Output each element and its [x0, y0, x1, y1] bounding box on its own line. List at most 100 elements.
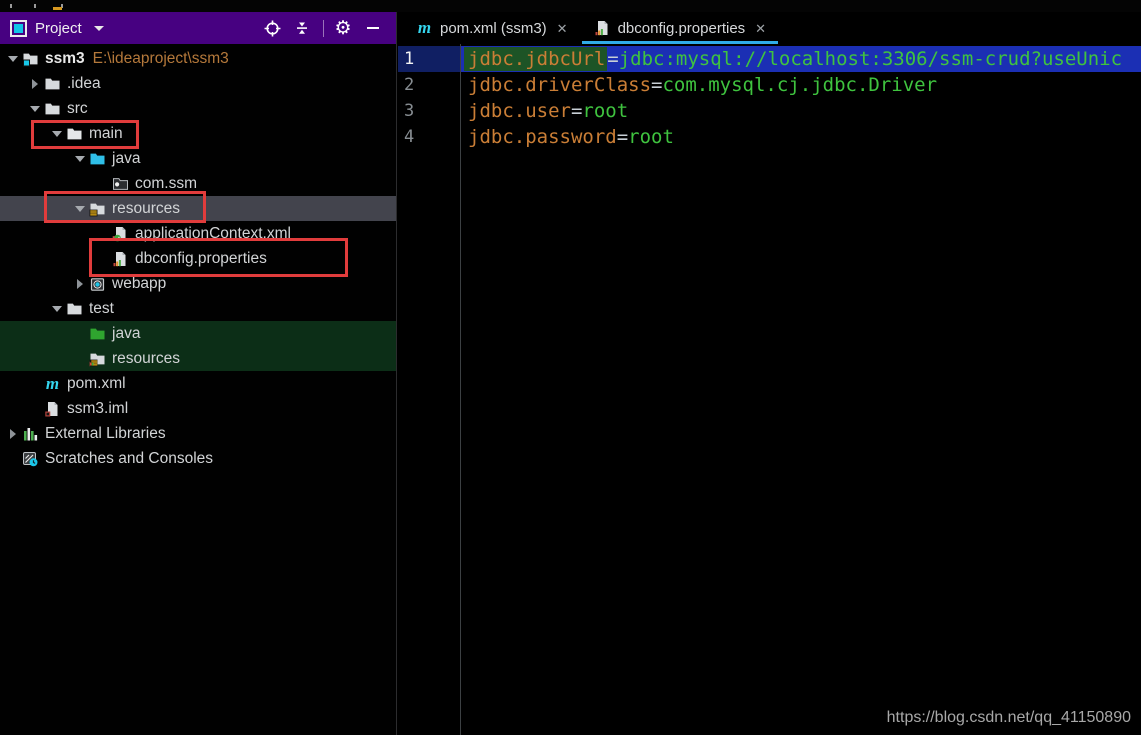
equals-sign: =: [571, 100, 582, 122]
settings-icon[interactable]: ⚙: [332, 17, 354, 39]
property-value: root: [628, 126, 674, 148]
tree-item-resources-main[interactable]: resources: [0, 196, 396, 221]
tree-item-src[interactable]: src: [0, 96, 396, 121]
chevron-expanded-icon[interactable]: [47, 121, 66, 146]
toolbar-separator: [323, 20, 324, 37]
tree-item-label: resources: [112, 350, 180, 368]
tree-item-resources-test[interactable]: resources: [0, 346, 396, 371]
close-icon[interactable]: [557, 22, 568, 35]
top-strip-artifact: [53, 7, 62, 10]
module-file-icon: [44, 401, 61, 417]
properties-file-icon: [594, 20, 611, 36]
hide-panel-icon[interactable]: [362, 17, 384, 39]
property-key: jdbc.password: [468, 126, 617, 148]
chevron-collapsed-icon[interactable]: [25, 71, 44, 96]
project-folder-icon: [22, 51, 39, 67]
tree-item-label: java: [112, 150, 140, 168]
code-area[interactable]: jdbc.jdbcUrl = jdbc:mysql://localhost:3306…: [461, 46, 1141, 150]
tree-item-java-main[interactable]: java: [0, 146, 396, 171]
property-value: com.mysql.cj.jdbc.Driver: [662, 74, 937, 96]
ide-window: { "colors": { "panel_header_purple": "#4…: [0, 0, 1141, 735]
tree-item-main[interactable]: main: [0, 121, 396, 146]
tree-item-com-ssm[interactable]: com.ssm: [0, 171, 396, 196]
chevron-expanded-icon[interactable]: [47, 296, 66, 321]
chevron-collapsed-icon[interactable]: [3, 421, 22, 446]
tree-item-label: com.ssm: [135, 175, 197, 193]
project-panel-title: Project: [35, 20, 82, 37]
tree-item-idea[interactable]: .idea: [0, 71, 396, 96]
project-tool-window: Project ⚙ ssm3 E:\ideaproject\ssm3 .idea: [0, 12, 397, 735]
tree-item-label: ssm3.iml: [67, 400, 128, 418]
chevron-spacer: [70, 346, 89, 371]
code-line[interactable]: jdbc.driverClass=com.mysql.cj.jdbc.Drive…: [461, 72, 1141, 98]
tree-item-label: pom.xml: [67, 375, 126, 393]
tree-item-label: Scratches and Consoles: [45, 450, 213, 468]
code-line[interactable]: jdbc.password=root: [461, 124, 1141, 150]
project-tree: ssm3 E:\ideaproject\ssm3 .idea src main: [0, 44, 396, 471]
tree-item-label: dbconfig.properties: [135, 250, 267, 268]
chevron-expanded-icon[interactable]: [3, 46, 22, 71]
tree-item-label: resources: [112, 200, 180, 218]
tree-item-applicationcontext-xml[interactable]: applicationContext.xml: [0, 221, 396, 246]
project-tool-window-icon: [10, 20, 27, 37]
chevron-spacer: [25, 371, 44, 396]
chevron-expanded-icon[interactable]: [70, 146, 89, 171]
top-strip-artifact: [10, 4, 12, 8]
properties-file-icon: [112, 251, 129, 267]
tree-item-label: .idea: [67, 75, 101, 93]
locate-icon[interactable]: [261, 17, 283, 39]
chevron-expanded-icon[interactable]: [70, 196, 89, 221]
top-strip-artifact: [34, 4, 36, 8]
folder-icon: [44, 76, 61, 92]
tab-pom-xml[interactable]: m pom.xml (ssm3): [404, 12, 580, 44]
chevron-spacer: [93, 171, 112, 196]
collapse-all-icon[interactable]: [291, 17, 313, 39]
code-line[interactable]: jdbc.jdbcUrl=jdbc:mysql://localhost:3306…: [461, 46, 1141, 72]
tree-item-test[interactable]: test: [0, 296, 396, 321]
chevron-expanded-icon[interactable]: [25, 96, 44, 121]
chevron-spacer: [3, 446, 22, 471]
libraries-icon: [22, 426, 39, 442]
test-sources-folder-icon: [89, 326, 106, 342]
tree-item-label: src: [67, 100, 88, 118]
test-resources-folder-icon: [89, 351, 106, 367]
tree-item-label: ssm3: [45, 50, 85, 68]
tree-item-ssm3-iml[interactable]: ssm3.iml: [0, 396, 396, 421]
project-path: E:\ideaproject\ssm3: [93, 50, 229, 68]
dropdown-caret-icon[interactable]: [94, 26, 104, 31]
folder-icon: [66, 126, 83, 142]
tree-item-java-test[interactable]: java: [0, 321, 396, 346]
resources-folder-icon: [89, 201, 106, 217]
web-folder-icon: [89, 276, 106, 292]
tree-item-pom-xml[interactable]: m pom.xml: [0, 371, 396, 396]
tab-dbconfig-properties[interactable]: dbconfig.properties: [582, 12, 779, 44]
chevron-collapsed-icon[interactable]: [70, 271, 89, 296]
code-line[interactable]: jdbc.user=root: [461, 98, 1141, 124]
tree-item-external-libraries[interactable]: External Libraries: [0, 421, 396, 446]
top-strip: [0, 0, 1141, 12]
close-icon[interactable]: [755, 22, 766, 35]
tree-item-label: java: [112, 325, 140, 343]
scratches-icon: [22, 451, 39, 467]
line-number-gutter: 1 2 3 4: [398, 46, 460, 150]
property-key: jdbc.user: [468, 100, 571, 122]
property-key: jdbc.driverClass: [468, 74, 651, 96]
project-panel-header: Project ⚙: [0, 12, 396, 44]
tree-item-label: External Libraries: [45, 425, 166, 443]
spring-config-file-icon: [112, 226, 129, 242]
tree-item-ssm3-root[interactable]: ssm3 E:\ideaproject\ssm3: [0, 46, 396, 71]
tree-item-webapp[interactable]: webapp: [0, 271, 396, 296]
editor-tab-bar: m pom.xml (ssm3) dbconfig.properties: [398, 12, 1141, 44]
tree-item-scratches-and-consoles[interactable]: Scratches and Consoles: [0, 446, 396, 471]
equals-sign: =: [617, 126, 628, 148]
property-key: jdbc.jdbcUrl: [464, 47, 607, 71]
property-value: jdbc:mysql://localhost:3306/ssm-crud?use…: [619, 48, 1122, 70]
folder-icon: [66, 301, 83, 317]
maven-icon: m: [44, 376, 61, 392]
code-editor[interactable]: 1 2 3 4 jdbc.jdbcUrl = jdbc:mysql://localh…: [398, 44, 1141, 735]
package-icon: [112, 176, 129, 192]
tree-item-dbconfig-properties[interactable]: dbconfig.properties: [0, 246, 396, 271]
chevron-spacer: [25, 396, 44, 421]
csdn-watermark: https://blog.csdn.net/qq_41150890: [887, 709, 1131, 727]
maven-icon: m: [416, 20, 433, 36]
